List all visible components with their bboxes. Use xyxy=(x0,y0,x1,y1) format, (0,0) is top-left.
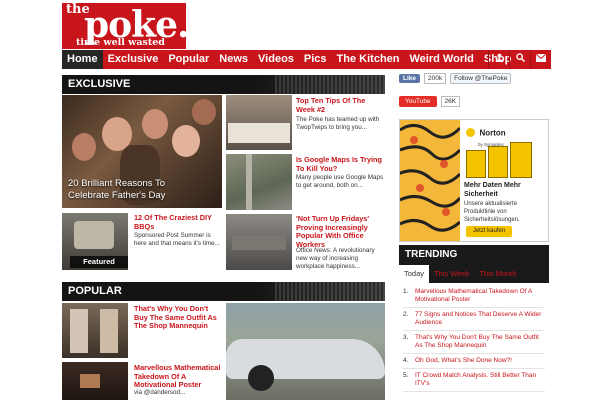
card-thumbnail[interactable] xyxy=(226,154,292,210)
twitter-follow-button[interactable]: Follow @ThePoke xyxy=(450,73,512,84)
list-item[interactable]: 4. Oh God, What's She Done Now?! xyxy=(403,354,545,369)
list-number: 4. xyxy=(403,357,409,364)
card-title[interactable]: Marvellous Mathematical Takedown Of A Mo… xyxy=(134,363,222,390)
logo-tagline: time well wasted xyxy=(76,37,165,48)
card-thumbnail[interactable] xyxy=(226,95,292,150)
exclusive-heading[interactable]: EXCLUSIVE xyxy=(62,75,385,94)
facebook-like-button[interactable]: Like xyxy=(399,74,421,83)
tab-this-week[interactable]: This Week xyxy=(429,265,474,283)
list-item-title: Oh God, What's She Done Now?! xyxy=(415,357,512,364)
hero-title: 20 Brilliant Reasons To Celebrate Father… xyxy=(68,178,166,201)
nav-pics[interactable]: Pics xyxy=(299,50,332,69)
list-number: 2. xyxy=(403,311,409,318)
card-title[interactable]: 12 Of The Craziest DIY BBQs xyxy=(134,213,220,231)
list-item[interactable]: 5. IT Crowd Match Analysis. Still Better … xyxy=(403,369,545,392)
popular-feature-image[interactable] xyxy=(226,303,385,400)
ad-brand: Norton xyxy=(479,128,506,138)
card-excerpt: Sponsored Post Summer is here and that m… xyxy=(134,232,220,247)
list-item-title: That's Why You Don't Buy The Same Outfit… xyxy=(415,334,539,349)
list-item[interactable]: 1. Marvellous Mathematical Takedown Of A … xyxy=(403,285,545,308)
list-number: 3. xyxy=(403,334,409,341)
site-logo[interactable]: the poke. time well wasted xyxy=(62,3,190,49)
list-number: 5. xyxy=(403,372,409,379)
list-item[interactable]: 3. That's Why You Don't Buy The Same Outf… xyxy=(403,331,545,354)
nav-news[interactable]: News xyxy=(214,50,253,69)
nav-icon-group xyxy=(488,50,551,69)
list-number: 1. xyxy=(403,288,409,295)
tab-this-month[interactable]: This Month xyxy=(474,265,521,283)
search-icon[interactable] xyxy=(509,50,530,69)
social-follow: Like 200k Follow @ThePoke xyxy=(399,73,512,84)
user-icon[interactable] xyxy=(488,50,509,69)
card-title[interactable]: 'Not Turn Up Fridays' Proving Increasing… xyxy=(296,214,384,249)
ad-buy-button[interactable]: Jetzt kaufen xyxy=(466,226,512,237)
card-thumbnail[interactable] xyxy=(62,362,128,400)
main-nav: Home Exclusive Popular News Videos Pics … xyxy=(62,50,551,69)
card-excerpt: via @dandersod... xyxy=(134,389,186,396)
nav-exclusive[interactable]: Exclusive xyxy=(103,50,164,69)
youtube-button[interactable]: YouTube xyxy=(399,96,437,107)
trending-tabs: Today This Week This Month xyxy=(399,265,549,283)
mail-icon[interactable] xyxy=(530,50,551,69)
card-title[interactable]: Is Google Maps Is Trying To Kill You? xyxy=(296,155,384,173)
hero-article[interactable]: 20 Brilliant Reasons To Celebrate Father… xyxy=(62,95,222,208)
nav-popular[interactable]: Popular xyxy=(163,50,214,69)
popular-heading[interactable]: POPULAR xyxy=(62,282,385,301)
ad-body: Unsere aktualisierte Produktlinie von Si… xyxy=(464,201,520,223)
nav-home[interactable]: Home xyxy=(62,50,103,69)
trending-heading: TRENDING xyxy=(405,249,458,260)
ad-product-boxes xyxy=(464,142,546,178)
nav-the-kitchen[interactable]: The Kitchen xyxy=(332,50,405,69)
nav-videos[interactable]: Videos xyxy=(253,50,299,69)
card-thumbnail[interactable] xyxy=(62,303,128,358)
youtube-subscribe: YouTube 26K xyxy=(399,96,461,107)
ad-pattern xyxy=(400,120,462,241)
card-title[interactable]: Top Ten Tips Of The Week #2 xyxy=(296,96,384,114)
card-title[interactable]: That's Why You Don't Buy The Same Outfit… xyxy=(134,304,222,331)
list-item-title: IT Crowd Match Analysis. Still Better Th… xyxy=(415,372,537,387)
card-excerpt: The Poke has teamed up with TwopTwips to… xyxy=(296,116,380,131)
list-item-title: Marvellous Mathematical Takedown Of A Mo… xyxy=(415,288,532,303)
list-item[interactable]: 2. 77 Signs and Notices That Deserve A Wi… xyxy=(403,308,545,331)
card-excerpt: Many people use Google Maps to get aroun… xyxy=(296,174,384,189)
featured-badge: Featured xyxy=(70,256,128,268)
trending-list: 1. Marvellous Mathematical Takedown Of A … xyxy=(399,283,549,400)
tab-today[interactable]: Today xyxy=(399,265,430,283)
card-excerpt: Office News: A revolutionary new way of … xyxy=(296,247,375,270)
trending-widget: TRENDING Today This Week This Month 1. Ma… xyxy=(399,245,549,400)
norton-check-icon xyxy=(466,128,475,138)
advertisement[interactable]: Norton by Symantec Mehr Daten Mehr Siche… xyxy=(399,119,549,242)
list-item-title: 77 Signs and Notices That Deserve A Wide… xyxy=(415,311,542,326)
youtube-count: 26K xyxy=(440,96,461,107)
ad-headline: Mehr Daten Mehr Sicherheit xyxy=(464,182,521,198)
nav-weird-world[interactable]: Weird World xyxy=(405,50,479,69)
facebook-like-count: 200k xyxy=(424,73,447,84)
card-thumbnail[interactable] xyxy=(226,214,292,270)
